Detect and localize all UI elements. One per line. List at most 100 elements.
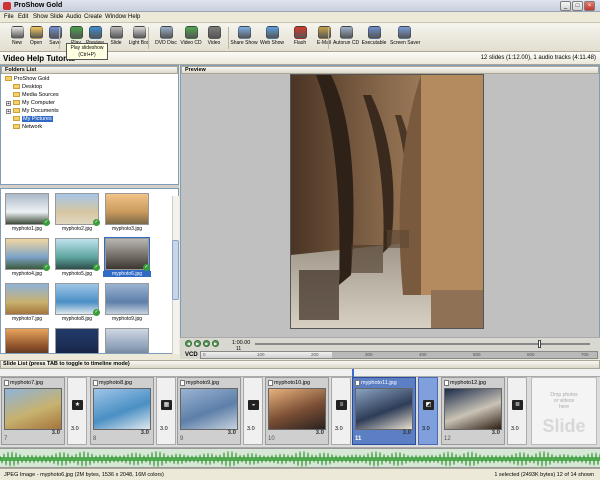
meter-tick-label: 300 <box>365 352 373 357</box>
menu-create[interactable]: Create <box>84 14 102 20</box>
toolbar-video-button[interactable]: Video <box>200 25 228 51</box>
slide-filename: myphoto9.jpg <box>186 380 220 386</box>
toolbar-web-button[interactable]: Web Show <box>258 25 286 51</box>
slide-item[interactable]: myphoto10.jpg 10 3.0 <box>265 377 329 445</box>
transition-item[interactable]: ▦ 3.0 <box>156 377 176 445</box>
rewind-button[interactable]: ◀ <box>185 340 192 347</box>
folder-item[interactable]: ProShow Gold <box>5 76 49 83</box>
share-icon <box>237 26 251 39</box>
slide-icon <box>109 26 123 39</box>
toolbar-autorun-button[interactable]: Autorun CD <box>332 25 360 51</box>
photo-thumbnail[interactable]: ✓ myphoto2.jpg <box>53 193 101 235</box>
slide-number: 10 <box>268 436 275 442</box>
transition-duration[interactable]: 3.0 <box>422 426 430 432</box>
slide-item[interactable]: myphoto11.jpg 11 3.0 <box>352 377 416 445</box>
close-button[interactable]: × <box>584 1 595 11</box>
maximize-button[interactable]: □ <box>572 1 583 11</box>
slide-item[interactable]: myphoto8.jpg 8 3.0 <box>90 377 154 445</box>
folder-icon <box>5 76 12 82</box>
menu-bar: File Edit Show Slide Audio Create Window… <box>0 12 600 23</box>
folder-item[interactable]: My Pictures <box>13 116 53 123</box>
menu-help[interactable]: Help <box>128 14 140 20</box>
minimize-button[interactable]: _ <box>560 1 571 11</box>
transition-duration[interactable]: 3.0 <box>247 426 255 432</box>
slide-filename: myphoto12.jpg <box>450 380 487 386</box>
folder-item[interactable]: + My Computer <box>6 100 55 107</box>
flash-icon <box>293 26 307 39</box>
transition-duration[interactable]: 3.0 <box>335 426 343 432</box>
transition-item[interactable]: ≣ 3.0 <box>507 377 527 445</box>
expand-toggle-icon[interactable]: + <box>6 109 11 115</box>
meter-tick-label: 400 <box>419 352 427 357</box>
thumbnails-scroll-thumb[interactable] <box>172 240 179 300</box>
menu-edit[interactable]: Edit <box>18 14 28 20</box>
thumbnail-filename: myphoto3.jpg <box>111 226 143 232</box>
forward-button[interactable]: ▶ <box>212 340 219 347</box>
thumbnail-filename: myphoto4.jpg <box>11 271 43 277</box>
transition-item[interactable]: ◩ 3.0 <box>418 377 438 445</box>
slide-duration[interactable]: 3.0 <box>492 430 500 436</box>
photo-thumbnail[interactable]: myphoto7.jpg <box>3 283 51 325</box>
slide-item[interactable]: myphoto7.jpg 7 3.0 <box>1 377 65 445</box>
scrub-handle[interactable] <box>538 340 541 348</box>
folder-label: Network <box>22 124 43 130</box>
expand-toggle-icon[interactable]: + <box>6 101 11 107</box>
transition-duration[interactable]: 3.0 <box>71 426 79 432</box>
toolbar-separator <box>328 27 329 49</box>
photo-thumbnail[interactable]: ✓ myphoto1.jpg <box>3 193 51 235</box>
audio-track[interactable] <box>0 448 600 468</box>
toolbar-dvd-button[interactable]: DVD Disc <box>152 25 180 51</box>
folder-item[interactable]: Desktop <box>13 84 42 91</box>
photo-thumbnail[interactable]: ✓ myphoto8.jpg <box>53 283 101 325</box>
menu-show[interactable]: Show <box>33 14 48 20</box>
folder-item[interactable]: Network <box>13 124 42 131</box>
thumbnail-image: ✓ <box>55 193 100 226</box>
menu-file[interactable]: File <box>4 14 14 20</box>
slide-duration[interactable]: 3.0 <box>52 430 60 436</box>
slide-item[interactable]: myphoto12.jpg 12 3.0 <box>441 377 505 445</box>
slide-duration[interactable]: 3.0 <box>141 430 149 436</box>
photo-thumbnail[interactable]: myphoto9.jpg <box>103 283 151 325</box>
slide-thumbnail <box>4 388 62 430</box>
photo-thumbnail[interactable]: ✓ myphoto4.jpg <box>3 238 51 280</box>
folder-item[interactable]: + My Documents <box>6 108 59 115</box>
photo-thumbnail[interactable] <box>3 328 51 353</box>
toolbar-screensaver-button[interactable]: Screen Saver <box>390 25 420 51</box>
folder-icon <box>13 116 20 122</box>
transition-duration[interactable]: 3.0 <box>511 426 519 432</box>
transition-item[interactable]: ≡ 3.0 <box>331 377 351 445</box>
folder-label: Desktop <box>22 84 43 90</box>
meter-tick-label: 600 <box>527 352 535 357</box>
slide-duration[interactable]: 3.0 <box>403 430 411 436</box>
transition-item[interactable]: ◒ 3.0 <box>243 377 263 445</box>
empty-slide-drop-target[interactable]: Drop photos or videos here Slide <box>531 377 597 445</box>
photo-thumbnail[interactable]: myphoto3.jpg <box>103 193 151 235</box>
photo-thumbnail[interactable] <box>53 328 101 353</box>
slide-duration[interactable]: 3.0 <box>316 430 324 436</box>
slide-item[interactable]: myphoto9.jpg 9 3.0 <box>177 377 241 445</box>
folder-label: Media Sources <box>22 92 59 98</box>
transition-item[interactable]: ★ 3.0 <box>67 377 87 445</box>
folders-panel: Folders List ProShow Gold Desktop Media So… <box>0 65 179 185</box>
slide-thumbnail <box>444 388 502 430</box>
toolbar-executable-button[interactable]: Executable <box>360 25 388 51</box>
slide-duration[interactable]: 3.0 <box>228 430 236 436</box>
photo-thumbnail[interactable] <box>103 328 151 353</box>
menu-slide[interactable]: Slide <box>50 14 63 20</box>
folder-item[interactable]: Media Sources <box>13 92 59 99</box>
toolbar-label: Web Show <box>259 40 285 46</box>
stop-button[interactable]: ■ <box>203 340 210 347</box>
title-bar: ProShow Gold _ □ × <box>0 0 600 12</box>
transition-duration[interactable]: 3.0 <box>160 426 168 432</box>
menu-audio[interactable]: Audio <box>66 14 81 20</box>
menu-window[interactable]: Window <box>105 14 126 20</box>
play-button[interactable]: ▶ <box>194 340 201 347</box>
photo-thumbnail[interactable]: ✓ myphoto6.jpg <box>103 237 151 280</box>
toolbar-share-button[interactable]: Share Show <box>230 25 258 51</box>
thumbnail-image: ✓ <box>55 238 100 271</box>
photo-thumbnail[interactable]: ✓ myphoto5.jpg <box>53 238 101 280</box>
used-checkmark-icon: ✓ <box>93 309 100 316</box>
timeline-marker[interactable] <box>352 369 354 377</box>
playback-controls: ◀ ▶ ■ ▶ 1:00.00 11 VCD 0 100 200 300 400 500 6… <box>180 337 600 359</box>
drop-hint-big: Slide <box>542 416 586 436</box>
